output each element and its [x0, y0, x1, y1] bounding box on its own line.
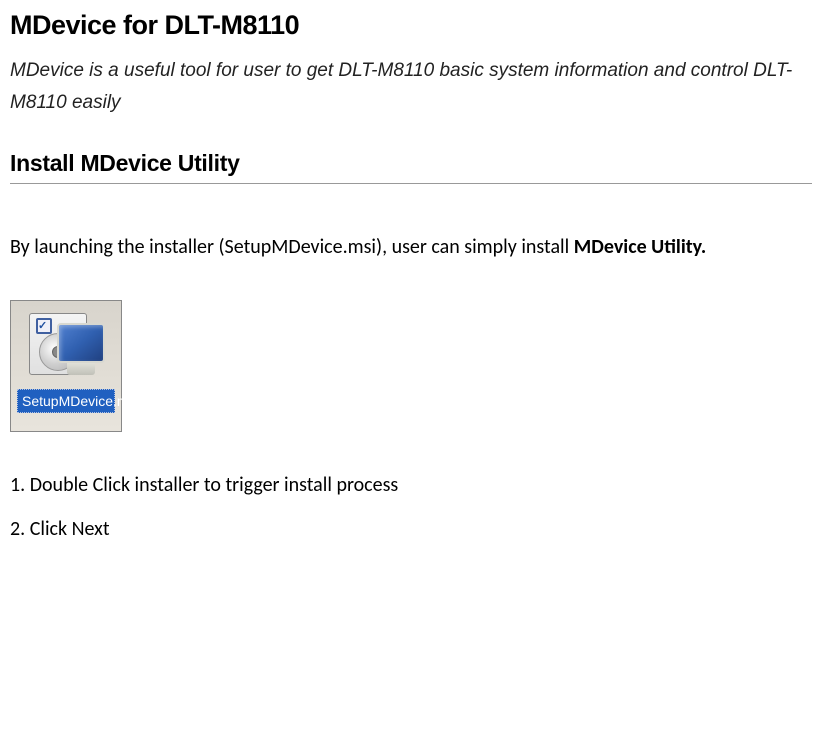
install-description-product: MDevice Utility. [574, 235, 707, 259]
installer-file-icon[interactable]: SetupMDevice.msi [10, 300, 122, 432]
monitor-stand-icon [67, 363, 95, 375]
monitor-icon [57, 323, 105, 379]
monitor-screen-icon [57, 323, 105, 363]
installer-icon-container: SetupMDevice.msi [10, 300, 812, 432]
install-description: By launching the installer (SetupMDevice… [10, 224, 812, 270]
installer-file-label: SetupMDevice.msi [17, 389, 115, 413]
msi-icon [27, 307, 105, 385]
step-2: 2. Click Next [10, 514, 812, 544]
install-description-prefix: By launching the installer (SetupMDevice… [10, 235, 574, 259]
page-title: MDevice for DLT-M8110 [10, 10, 812, 41]
intro-paragraph: MDevice is a useful tool for user to get… [10, 55, 812, 120]
step-1: 1. Double Click installer to trigger ins… [10, 470, 812, 500]
section-heading-install: Install MDevice Utility [10, 150, 812, 184]
